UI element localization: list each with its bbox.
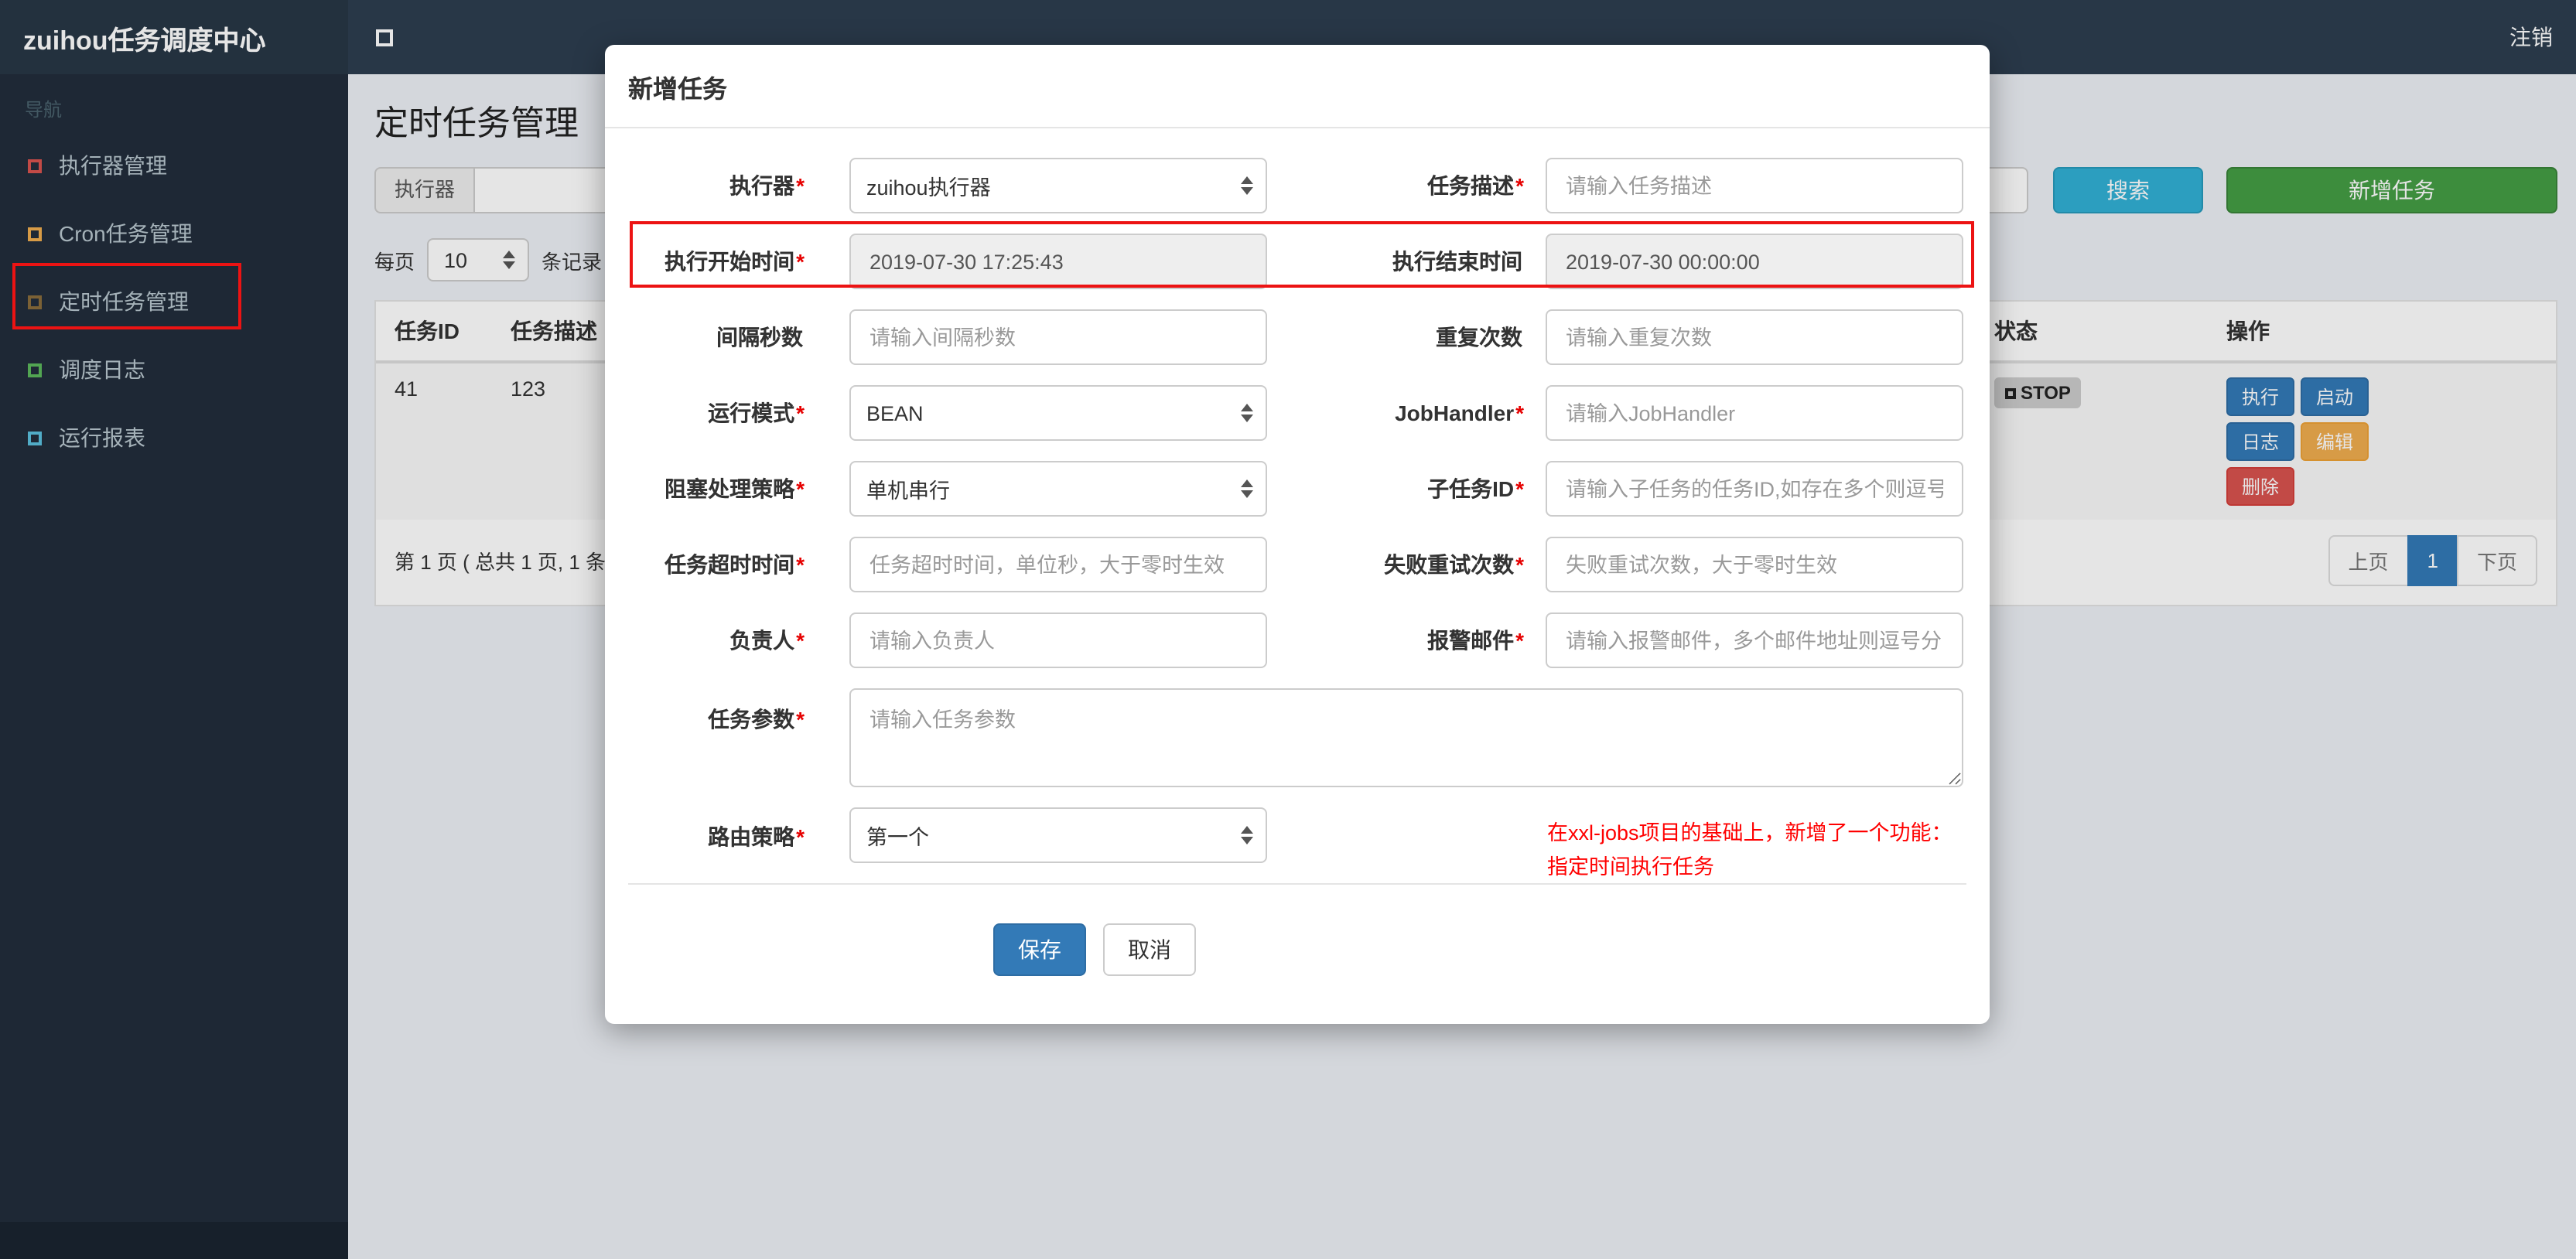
caret-down-icon — [1241, 415, 1253, 422]
caret-down-icon — [1241, 187, 1253, 195]
label-text: JobHandler — [1395, 401, 1515, 425]
required-asterisk: * — [796, 824, 805, 849]
form-row: 任务超时时间* 失败重试次数* — [628, 537, 1966, 592]
job-handler-input[interactable] — [1546, 385, 1963, 441]
add-task-modal: 新增任务 执行器* zuihou执行器 任务描述* 执行开始时间* 执行结束时间… — [605, 45, 1990, 1024]
block-strategy-label: 阻塞处理策略 * — [628, 473, 805, 504]
caret-up-icon — [1241, 479, 1253, 487]
form-row-job-param: 任务参数 * — [628, 688, 1966, 787]
job-param-textarea[interactable] — [849, 688, 1963, 787]
required-asterisk: * — [1515, 476, 1524, 501]
required-asterisk: * — [796, 249, 805, 274]
caret-up-icon — [1241, 176, 1253, 184]
route-strategy-label: 路由策略 * — [628, 807, 805, 852]
required-asterisk: * — [1515, 552, 1524, 577]
job-desc-input[interactable] — [1546, 158, 1963, 213]
form-row: 执行器 * zuihou执行器 任务描述 * — [628, 158, 1966, 213]
form-row-dates: 执行开始时间* 执行结束时间 — [628, 234, 1966, 289]
required-asterisk: * — [796, 628, 805, 653]
required-asterisk: * — [1515, 628, 1524, 653]
form-row: 负责人* 报警邮件* — [628, 612, 1966, 668]
run-mode-label: 运行模式 * — [628, 397, 805, 428]
label-text: 执行结束时间 — [1392, 249, 1522, 274]
label-text: 负责人 — [729, 628, 795, 653]
label-text: 运行模式 — [708, 401, 795, 425]
save-button[interactable]: 保存 — [993, 923, 1086, 976]
required-asterisk: * — [796, 476, 805, 501]
block-strategy-select[interactable]: 单机串行 — [849, 461, 1267, 517]
timeout-input[interactable] — [849, 537, 1267, 592]
end-time-label: 执行结束时间 — [1267, 246, 1524, 277]
form-row: 阻塞处理策略 * 单机串行 子任务ID * — [628, 461, 1966, 517]
required-asterisk: * — [1515, 173, 1524, 198]
form-row: 运行模式 * BEAN JobHandler * — [628, 385, 1966, 441]
form-row-route: 路由策略 * 第一个 在xxl-jobs项目的基础上，新增了一个功能： 指定时间执… — [628, 807, 1966, 878]
required-asterisk: * — [796, 552, 805, 577]
select-arrows-icon — [1241, 826, 1253, 844]
route-note-line-2: 指定时间执行任务 — [1547, 855, 1714, 879]
label-text: 重复次数 — [1436, 325, 1522, 350]
start-time-label: 执行开始时间 * — [628, 246, 805, 277]
modal-title: 新增任务 — [628, 77, 728, 104]
label-text: 失败重试次数 — [1384, 552, 1515, 577]
label-text: 阻塞处理策略 — [664, 476, 795, 501]
route-strategy-select-value: 第一个 — [866, 826, 929, 849]
owner-input[interactable] — [849, 612, 1267, 668]
start-time-input[interactable] — [849, 234, 1267, 289]
child-job-input[interactable] — [1546, 461, 1963, 517]
modal-footer: 保存 取消 — [628, 885, 1966, 1024]
caret-down-icon — [1241, 837, 1253, 844]
executor-select[interactable]: zuihou执行器 — [849, 158, 1267, 213]
label-text: 执行开始时间 — [664, 249, 795, 274]
app-root: zuihou任务调度中心 注销 导航 执行器管理 Cron任务管理 定时任务管理… — [0, 0, 2576, 1259]
timeout-label: 任务超时时间 * — [628, 549, 805, 580]
required-asterisk: * — [796, 401, 805, 425]
label-text: 路由策略 — [708, 824, 795, 849]
job-desc-label: 任务描述 * — [1267, 170, 1524, 201]
child-job-label: 子任务ID * — [1267, 473, 1524, 504]
label-text: 间隔秒数 — [716, 325, 803, 350]
job-param-label: 任务参数 * — [628, 688, 805, 735]
modal-body: 执行器* zuihou执行器 任务描述* 执行开始时间* 执行结束时间 间隔秒数… — [605, 128, 1990, 1024]
fail-retry-label: 失败重试次数 * — [1267, 549, 1524, 580]
executor-select-value: zuihou执行器 — [866, 176, 991, 200]
caret-up-icon — [1241, 826, 1253, 834]
modal-header: 新增任务 — [605, 45, 1990, 128]
route-strategy-select[interactable]: 第一个 — [849, 807, 1267, 863]
interval-label: 间隔秒数 — [628, 322, 805, 353]
run-mode-select-value: BEAN — [866, 401, 924, 425]
run-mode-select[interactable]: BEAN — [849, 385, 1267, 441]
label-text: 任务参数 — [708, 707, 795, 732]
caret-up-icon — [1241, 404, 1253, 411]
job-handler-label: JobHandler * — [1267, 401, 1524, 425]
cancel-button[interactable]: 取消 — [1103, 923, 1196, 976]
owner-label: 负责人 * — [628, 625, 805, 656]
end-time-input[interactable] — [1546, 234, 1963, 289]
alarm-email-input[interactable] — [1546, 612, 1963, 668]
repeat-count-input[interactable] — [1546, 309, 1963, 365]
required-asterisk: * — [796, 173, 805, 198]
caret-down-icon — [1241, 490, 1253, 498]
executor-label: 执行器 * — [628, 170, 805, 201]
label-text: 任务超时时间 — [664, 552, 795, 577]
fail-retry-input[interactable] — [1546, 537, 1963, 592]
required-asterisk: * — [1515, 401, 1524, 425]
route-note-line-1: 在xxl-jobs项目的基础上，新增了一个功能： — [1547, 821, 1952, 844]
required-asterisk: * — [796, 707, 805, 732]
route-note: 在xxl-jobs项目的基础上，新增了一个功能： 指定时间执行任务 — [1547, 807, 1952, 883]
form-row: 间隔秒数 重复次数 — [628, 309, 1966, 365]
block-strategy-select-value: 单机串行 — [866, 479, 950, 503]
label-text: 报警邮件 — [1427, 628, 1515, 653]
alarm-email-label: 报警邮件 * — [1267, 625, 1524, 656]
interval-input[interactable] — [849, 309, 1267, 365]
label-text: 任务描述 — [1427, 173, 1515, 198]
select-arrows-icon — [1241, 176, 1253, 195]
select-arrows-icon — [1241, 479, 1253, 498]
label-text: 执行器 — [729, 173, 795, 198]
select-arrows-icon — [1241, 404, 1253, 422]
label-text: 子任务ID — [1427, 476, 1515, 501]
repeat-count-label: 重复次数 — [1267, 322, 1524, 353]
